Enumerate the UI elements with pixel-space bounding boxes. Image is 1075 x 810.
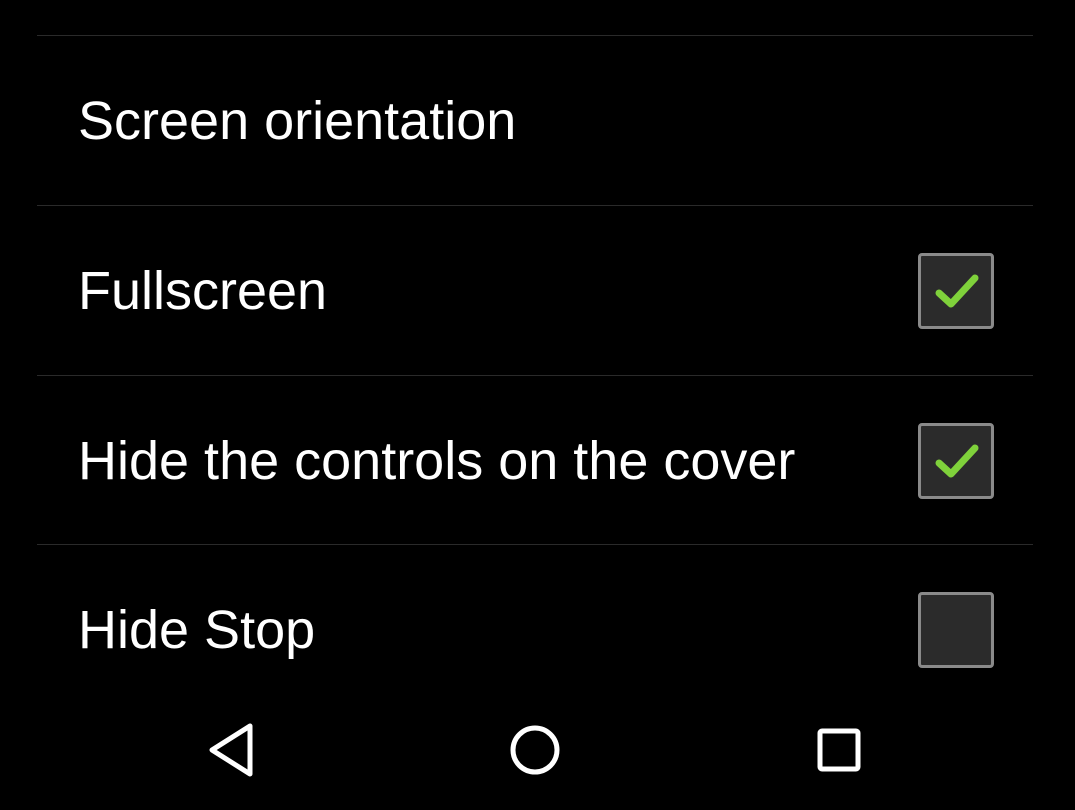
pref-hide-stop[interactable]: Hide Stop [0, 545, 1075, 700]
hide-stop-checkbox[interactable] [918, 591, 994, 668]
pref-screen-orientation[interactable]: Screen orientation [0, 36, 1075, 205]
pref-title: Hide Stop [78, 599, 316, 660]
back-triangle-icon [209, 723, 253, 777]
back-button[interactable] [198, 720, 268, 780]
home-button[interactable] [500, 720, 570, 780]
recents-square-icon [817, 728, 861, 772]
checkmark-icon [935, 274, 979, 307]
navigation-bar [0, 700, 1075, 810]
pref-hide-controls-on-cover[interactable]: Hide the controls on the cover [0, 376, 1075, 545]
checkmark-icon [935, 444, 979, 477]
pref-fullscreen[interactable]: Fullscreen [0, 206, 1075, 375]
pref-title: Screen orientation [78, 90, 517, 151]
recents-button[interactable] [804, 720, 874, 780]
pref-title: Fullscreen [78, 260, 328, 321]
fullscreen-checkbox[interactable] [918, 252, 994, 329]
settings-list: Screen orientation Fullscreen Hide the c… [0, 0, 1075, 700]
home-circle-icon [510, 725, 560, 775]
pref-title: Hide the controls on the cover [78, 430, 796, 491]
hide-controls-checkbox[interactable] [918, 422, 994, 499]
